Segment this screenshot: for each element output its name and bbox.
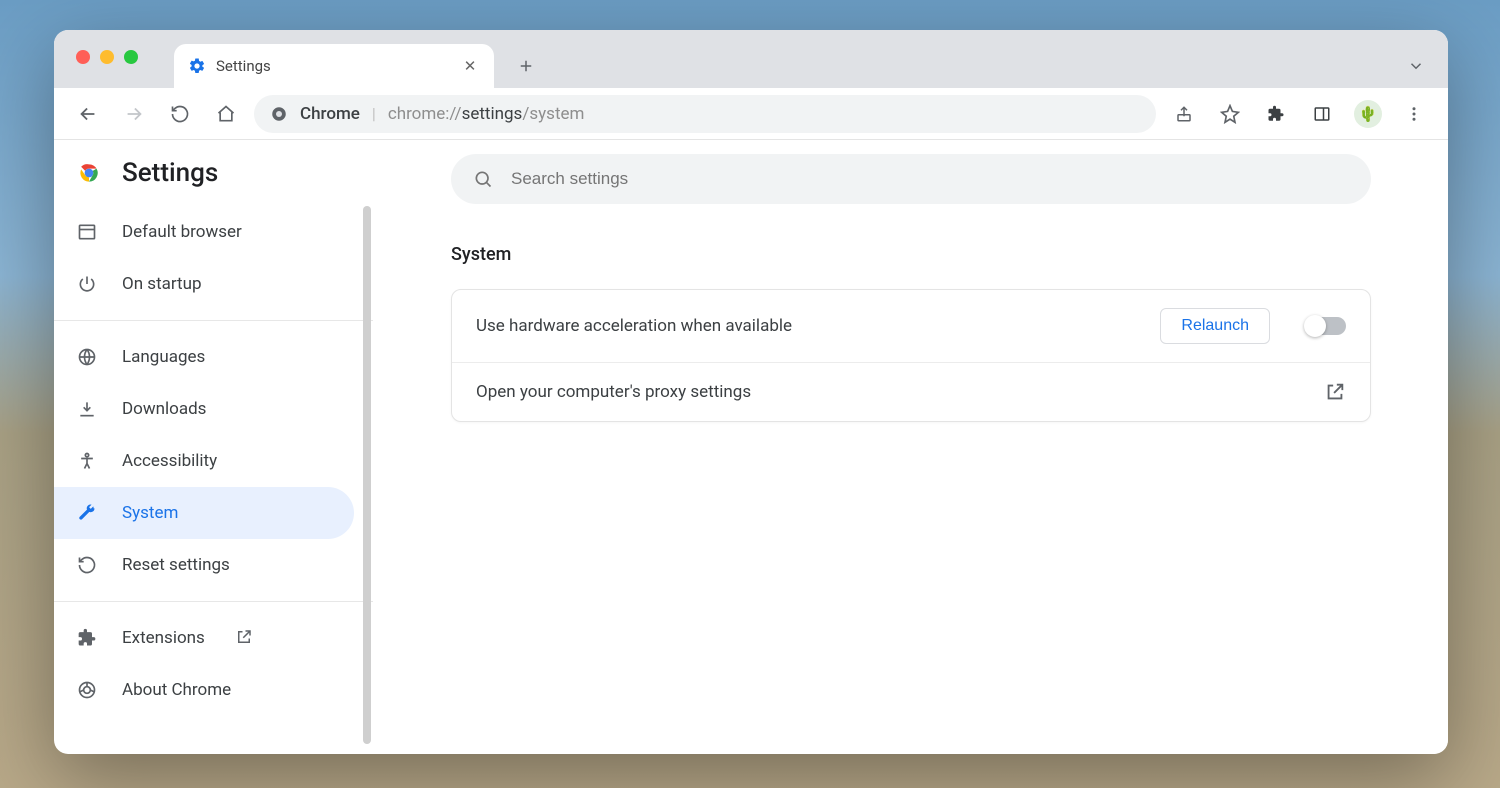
nav-label: Languages — [122, 347, 205, 367]
browser-window: Settings ✕ Chrome | — [54, 30, 1448, 754]
tabstrip: Settings ✕ — [174, 30, 546, 88]
sidebar-item-default-browser[interactable]: Default browser — [54, 206, 373, 258]
settings-brand: Settings — [54, 150, 373, 206]
close-tab-icon[interactable]: ✕ — [460, 57, 480, 75]
tabs-dropdown-icon[interactable] — [1398, 48, 1434, 84]
sidebar-divider — [54, 601, 373, 602]
accessibility-icon — [76, 450, 98, 472]
site-info-icon[interactable] — [270, 105, 288, 123]
power-icon — [76, 273, 98, 295]
share-icon[interactable] — [1166, 96, 1202, 132]
nav-label: Default browser — [122, 222, 242, 242]
window-controls — [76, 50, 138, 64]
omnibox-app-name: Chrome — [300, 104, 360, 124]
sidebar-item-downloads[interactable]: Downloads — [54, 383, 373, 435]
sidebar-scrollbar[interactable] — [363, 206, 371, 744]
puzzle-icon — [76, 627, 98, 649]
nav-label: About Chrome — [122, 680, 231, 700]
chrome-logo-icon — [76, 160, 102, 186]
sidebar-scroll: Default browser On startup Languages — [54, 206, 373, 744]
gear-icon — [188, 57, 206, 75]
tab-settings[interactable]: Settings ✕ — [174, 44, 494, 88]
globe-icon — [76, 346, 98, 368]
download-icon — [76, 398, 98, 420]
reload-button[interactable] — [162, 96, 198, 132]
reset-icon — [76, 554, 98, 576]
row-label: Open your computer's proxy settings — [476, 382, 1308, 402]
sidebar-item-about-chrome[interactable]: About Chrome — [54, 664, 373, 716]
search-input[interactable] — [511, 169, 1349, 189]
omnibox-separator: | — [372, 104, 376, 123]
settings-search[interactable] — [451, 154, 1371, 204]
new-tab-button[interactable] — [506, 46, 546, 86]
chrome-icon — [76, 679, 98, 701]
sidebar-item-reset-settings[interactable]: Reset settings — [54, 539, 373, 591]
tab-title: Settings — [216, 57, 450, 75]
content-area: Settings Default browser On startup — [54, 140, 1448, 754]
browser-icon — [76, 221, 98, 243]
sidebar-item-on-startup[interactable]: On startup — [54, 258, 373, 310]
sidebar-divider — [54, 320, 373, 321]
nav-label: On startup — [122, 274, 202, 294]
bookmark-icon[interactable] — [1212, 96, 1248, 132]
sidebar-item-system[interactable]: System — [54, 487, 354, 539]
nav-label: Accessibility — [122, 451, 217, 471]
settings-sidebar: Settings Default browser On startup — [54, 140, 374, 754]
home-button[interactable] — [208, 96, 244, 132]
back-button[interactable] — [70, 96, 106, 132]
sidebar-item-extensions[interactable]: Extensions — [54, 612, 373, 664]
hardware-acceleration-toggle[interactable] — [1306, 317, 1346, 335]
relaunch-button[interactable]: Relaunch — [1160, 308, 1270, 344]
minimize-window-button[interactable] — [100, 50, 114, 64]
sidebar-item-accessibility[interactable]: Accessibility — [54, 435, 373, 487]
row-proxy-settings[interactable]: Open your computer's proxy settings — [452, 362, 1370, 421]
open-external-icon — [235, 628, 255, 648]
nav-label: Reset settings — [122, 555, 230, 575]
nav-label: System — [122, 503, 178, 523]
maximize-window-button[interactable] — [124, 50, 138, 64]
settings-card: Use hardware acceleration when available… — [451, 289, 1371, 422]
close-window-button[interactable] — [76, 50, 90, 64]
side-panel-icon[interactable] — [1304, 96, 1340, 132]
address-bar[interactable]: Chrome | chrome://settings/system — [254, 95, 1156, 133]
search-icon — [473, 169, 493, 189]
row-hardware-acceleration: Use hardware acceleration when available… — [452, 290, 1370, 362]
profile-avatar[interactable]: 🌵 — [1350, 96, 1386, 132]
toolbar: Chrome | chrome://settings/system 🌵 — [54, 88, 1448, 140]
section-title: System — [451, 244, 1371, 265]
page-title: Settings — [122, 158, 218, 188]
sidebar-item-languages[interactable]: Languages — [54, 331, 373, 383]
settings-main: System Use hardware acceleration when av… — [374, 140, 1448, 754]
open-external-icon — [1324, 381, 1346, 403]
omnibox-url: chrome://settings/system — [388, 104, 585, 124]
extensions-icon[interactable] — [1258, 96, 1294, 132]
menu-icon[interactable] — [1396, 96, 1432, 132]
nav-label: Extensions — [122, 628, 205, 648]
wrench-icon — [76, 502, 98, 524]
titlebar: Settings ✕ — [54, 30, 1448, 88]
row-label: Use hardware acceleration when available — [476, 316, 1144, 336]
nav-label: Downloads — [122, 399, 206, 419]
forward-button[interactable] — [116, 96, 152, 132]
